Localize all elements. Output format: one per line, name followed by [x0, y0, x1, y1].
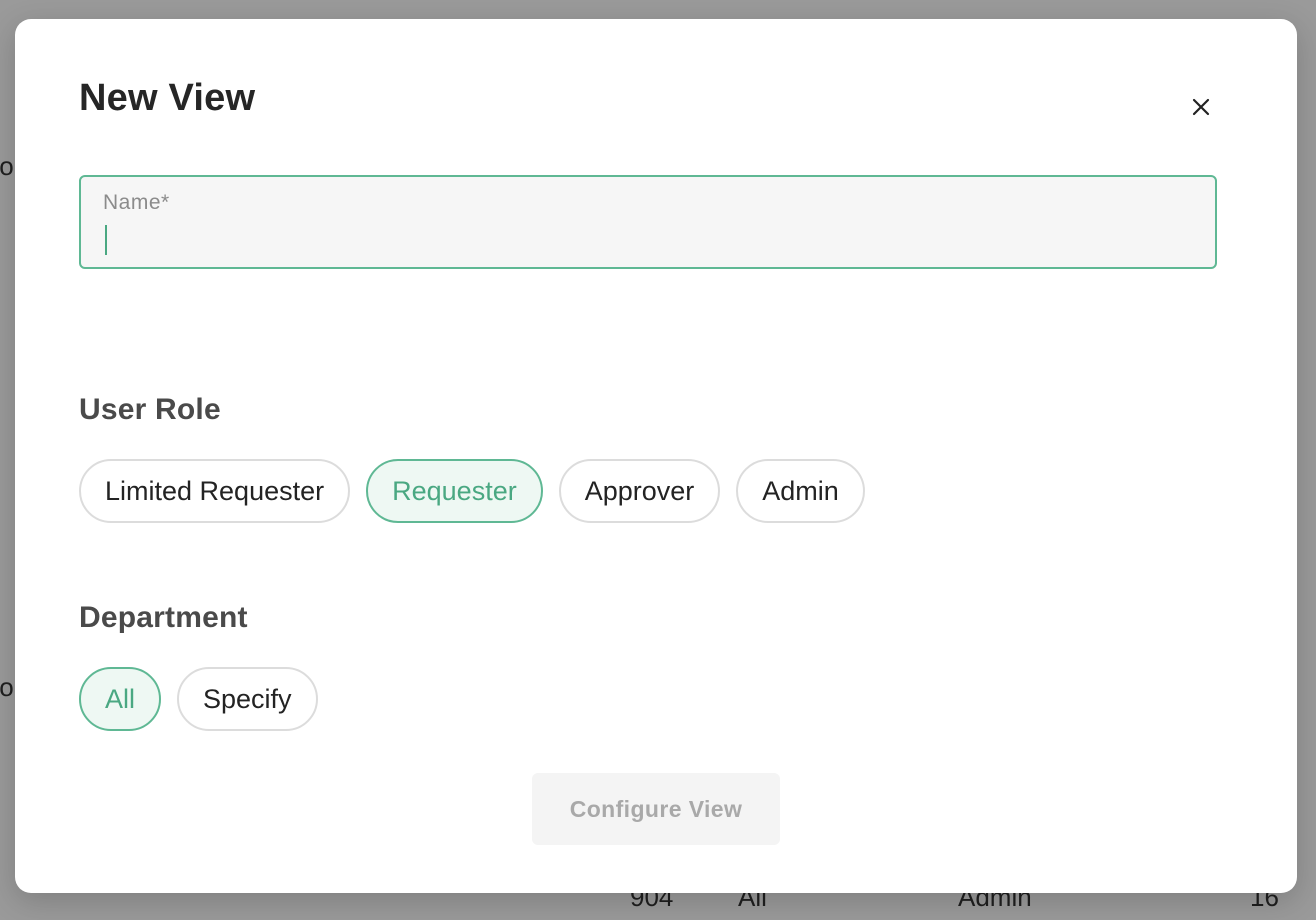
role-chip-requester[interactable]: Requester: [366, 459, 543, 523]
department-heading: Department: [79, 601, 248, 634]
background-text-fragment: fo: [0, 672, 14, 702]
background-text-fragment: fo: [0, 151, 14, 181]
name-field-label: Name*: [103, 191, 170, 214]
close-icon: [1192, 98, 1210, 116]
user-role-options: Limited Requester Requester Approver Adm…: [79, 459, 865, 523]
text-caret: [105, 225, 107, 255]
name-input[interactable]: [101, 221, 1191, 257]
role-chip-limited-requester[interactable]: Limited Requester: [79, 459, 351, 523]
configure-view-button[interactable]: Configure View: [532, 773, 780, 845]
user-role-heading: User Role: [79, 393, 221, 426]
new-view-modal: New View Name* User Role Limited Request…: [15, 19, 1297, 893]
department-options: All Specify: [79, 667, 318, 731]
role-chip-approver[interactable]: Approver: [558, 459, 721, 523]
name-field[interactable]: Name*: [79, 175, 1217, 269]
modal-title: New View: [79, 77, 256, 119]
close-button[interactable]: [1185, 91, 1217, 123]
department-chip-all[interactable]: All: [79, 667, 162, 731]
department-chip-specify[interactable]: Specify: [177, 667, 318, 731]
role-chip-admin[interactable]: Admin: [736, 459, 865, 523]
